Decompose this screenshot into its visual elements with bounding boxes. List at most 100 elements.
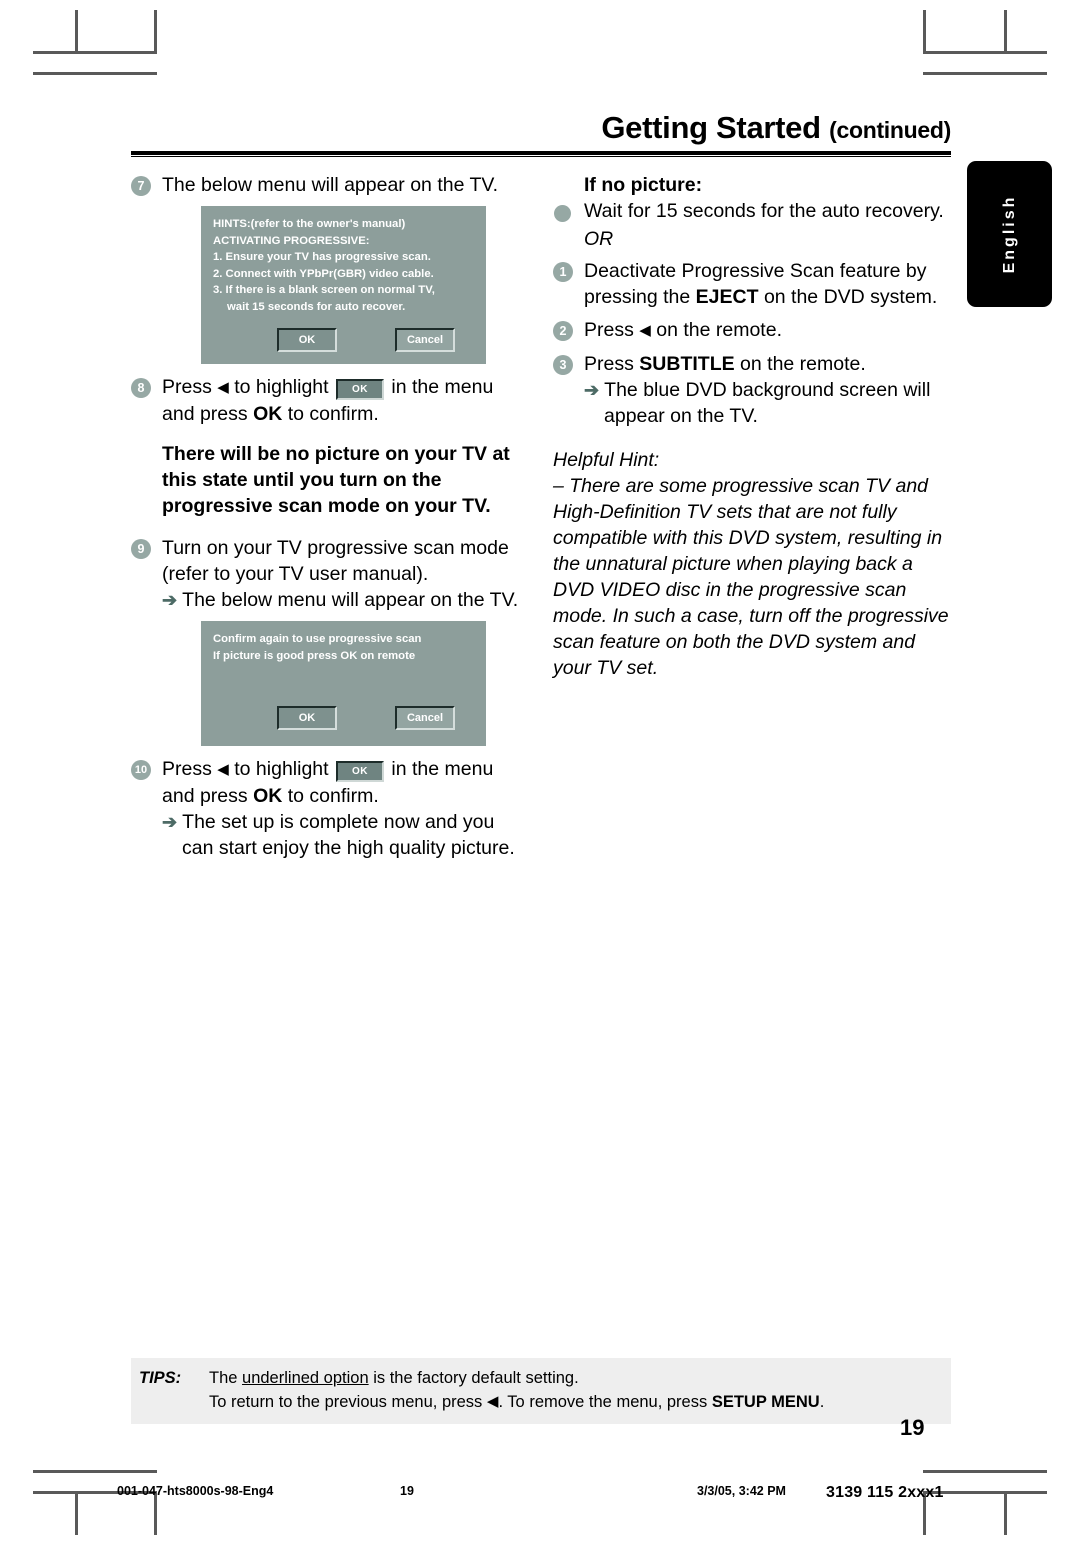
step-9: 9 Turn on your TV progressive scan mode … — [131, 535, 531, 613]
step-9-line1: Turn on your TV progressive scan mode — [162, 537, 509, 559]
recovery-step-2-text-b: on the remote. — [656, 319, 782, 341]
tv-menu-line-4: 2. Connect with YPbPr(GBR) video cable. — [213, 267, 434, 280]
tv-menu-ok-button-1[interactable]: OK — [277, 328, 337, 352]
helpful-hint-body: – There are some progressive scan TV and… — [553, 475, 949, 679]
left-arrow-icon: ◀ — [217, 379, 229, 396]
result-arrow-icon: ➔ — [584, 380, 600, 400]
left-column: 7 The below menu will appear on the TV. … — [131, 172, 531, 868]
helpful-hint-title: Helpful Hint: — [553, 449, 660, 471]
language-tab-label: English — [1000, 194, 1018, 274]
imprint-code: 3139 115 2xxx1 — [826, 1484, 944, 1501]
tips-line-2: To return to the previous menu, press ◀.… — [209, 1390, 951, 1414]
step-10-text-c: in the menu — [391, 758, 494, 780]
eject-keyword: EJECT — [695, 286, 759, 308]
step-9-result: ➔ The below menu will appear on the TV. — [162, 587, 531, 613]
page-title-sub: (continued) — [829, 117, 951, 143]
step-9-line3: The below menu will appear on the TV. — [182, 589, 519, 611]
step-7-text: The below menu will appear on the TV. — [162, 174, 499, 196]
subtitle-keyword: SUBTITLE — [639, 353, 735, 375]
tv-menu-cancel-button-2[interactable]: Cancel — [395, 706, 455, 730]
step-8-line2-b: to confirm. — [287, 403, 379, 425]
step-10-result: ➔ The set up is complete now and you can … — [162, 809, 531, 861]
imprint-page: 19 — [400, 1484, 414, 1498]
tv-menu-line-5: 3. If there is a blank screen on normal … — [213, 284, 435, 296]
ok-chip-icon: OK — [336, 379, 384, 400]
step-7-number: 7 — [131, 176, 151, 196]
recovery-step-1-line2-a: pressing the — [584, 286, 691, 308]
result-arrow-icon: ➔ — [162, 590, 178, 610]
recovery-step-3-line3: appear on the TV. — [604, 405, 758, 427]
tv-menu-line-1: HINTS:(refer to the owner's manual) — [213, 218, 406, 230]
step-7: 7 The below menu will appear on the TV. — [131, 172, 531, 198]
imprint-filename: 001-047-hts8000s-98-Eng4 — [117, 1484, 274, 1498]
step-10-line3: The set up is complete now and you — [182, 811, 495, 833]
step-8-text-b: to highlight — [234, 376, 329, 398]
step-10-line2-bold: OK — [253, 785, 283, 807]
tips-underlined-option: underlined option — [242, 1369, 369, 1387]
step-8-number: 8 — [131, 378, 151, 398]
recovery-step-3-text-a: Press — [584, 353, 634, 375]
step-8-line2-a: and press — [162, 403, 248, 425]
recovery-step-2-text-a: Press — [584, 319, 634, 341]
step-9-number: 9 — [131, 539, 151, 559]
page-title-main: Getting Started — [601, 110, 821, 145]
tips-lines: The underlined option is the factory def… — [131, 1366, 951, 1414]
tips-line-1-a: The — [209, 1369, 243, 1387]
no-picture-warning: There will be no picture on your TV at t… — [162, 443, 510, 517]
ok-chip-icon: OK — [336, 761, 384, 782]
step-10-line2-a: and press — [162, 785, 248, 807]
step-10-line2-b: to confirm. — [287, 785, 379, 807]
step-8-text-c: in the menu — [391, 376, 494, 398]
recovery-step-1-line1: Deactivate Progressive Scan feature by — [584, 260, 927, 282]
page-header: Getting Started (continued) — [131, 110, 951, 158]
or-label: OR — [584, 228, 614, 250]
tv-menu-line-3: 1. Ensure your TV has progressive scan. — [213, 251, 431, 263]
tips-label: TIPS: — [139, 1369, 182, 1387]
tv-menu2-line-1: Confirm again to use progressive scan — [213, 633, 422, 645]
imprint-date: 3/3/05, 3:42 PM — [697, 1484, 786, 1498]
page-number: 19 — [900, 1415, 925, 1440]
recovery-step-3-result: ➔ The blue DVD background screen will app… — [584, 377, 953, 429]
tv-menu2-line-2: If picture is good press OK on remote — [213, 649, 416, 662]
print-imprint-row: 001-047-hts8000s-98-Eng4 19 3/3/05, 3:42… — [0, 1484, 1080, 1508]
tv-menu-box-hints: HINTS:(refer to the owner's manual) ACTI… — [201, 206, 486, 364]
tips-line-1: The underlined option is the factory def… — [209, 1366, 951, 1390]
left-arrow-icon: ◀ — [217, 761, 229, 778]
no-picture-bullet: Wait for 15 seconds for the auto recover… — [553, 198, 953, 224]
step-10-line4: can start enjoy the high quality picture… — [182, 837, 515, 859]
step-8: 8 Press ◀ to highlight OK in the menu an… — [131, 374, 531, 427]
result-arrow-icon: ➔ — [162, 812, 178, 832]
header-rule-thin — [131, 155, 951, 158]
tv-menu-button-row-2: OK Cancel — [213, 706, 474, 732]
tips-footer: TIPS: The underlined option is the facto… — [131, 1358, 951, 1424]
tips-line-2-c: . — [819, 1393, 825, 1411]
recovery-step-3: 3 Press SUBTITLE on the remote. ➔ The bl… — [553, 351, 953, 429]
tv-menu-box-confirm: Confirm again to use progressive scan If… — [201, 621, 486, 746]
recovery-step-2: 2 Press ◀ on the remote. — [553, 317, 953, 344]
step-8-line2-bold: OK — [253, 403, 283, 425]
tips-line-1-b: is the factory default setting. — [368, 1369, 579, 1387]
page-title: Getting Started (continued) — [131, 110, 951, 145]
no-picture-bullet-text: Wait for 15 seconds for the auto recover… — [584, 200, 944, 222]
tv-menu-ok-button-2[interactable]: OK — [277, 706, 337, 730]
tv-menu-line-6: wait 15 seconds for auto recover. — [227, 300, 406, 313]
recovery-step-3-number: 3 — [553, 355, 573, 375]
or-separator: OR — [553, 226, 953, 252]
tips-line-2-a: To return to the previous menu, press — [209, 1393, 487, 1411]
step-10-number: 10 — [131, 760, 151, 780]
tv-menu-line-2: ACTIVATING PROGRESSIVE: — [213, 234, 370, 247]
step-8-text-a: Press — [162, 376, 212, 398]
right-column: If no picture: Wait for 15 seconds for t… — [553, 172, 953, 681]
tv-menu-button-row-1: OK Cancel — [213, 328, 474, 354]
tv-menu-cancel-button-1[interactable]: Cancel — [395, 328, 455, 352]
step-10-text-b: to highlight — [234, 758, 329, 780]
step-9-line2: (refer to your TV user manual). — [162, 563, 429, 585]
bullet-dot-icon — [554, 205, 571, 222]
header-rule-thick — [131, 150, 951, 155]
step-10-text-a: Press — [162, 758, 212, 780]
tips-line-2-b: . To remove the menu, press — [498, 1393, 712, 1411]
recovery-step-1: 1 Deactivate Progressive Scan feature by… — [553, 258, 953, 310]
step-10: 10 Press ◀ to highlight OK in the menu a… — [131, 756, 531, 861]
setup-menu-keyword: SETUP MENU — [711, 1393, 820, 1411]
left-arrow-icon: ◀ — [639, 322, 651, 339]
